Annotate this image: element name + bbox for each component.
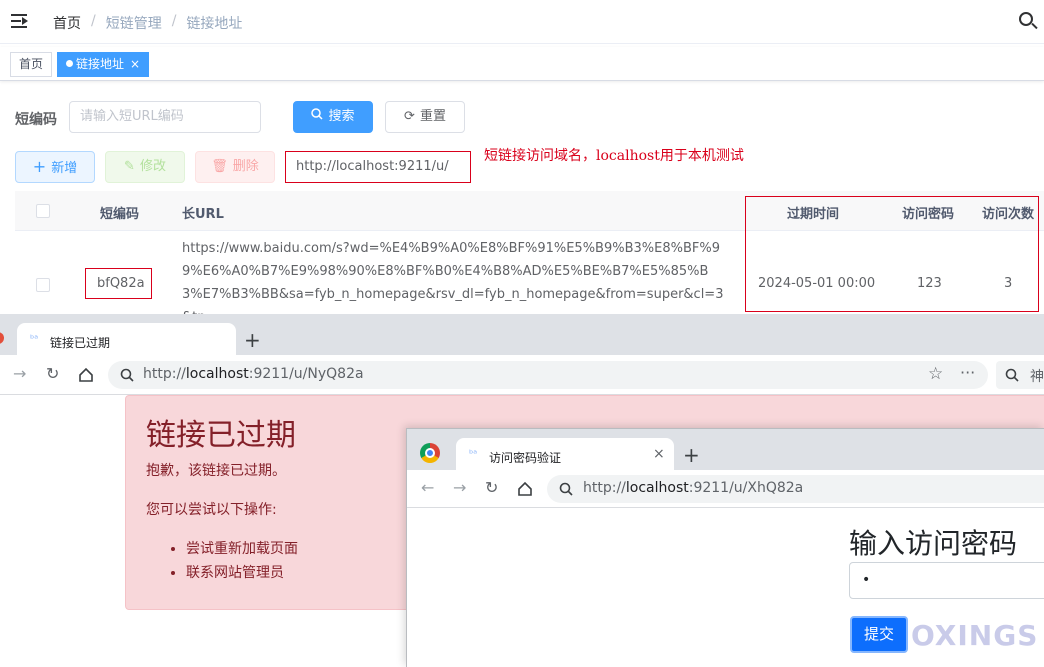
short-code-input[interactable]: 请输入短URL编码 (69, 101, 261, 133)
search-icon (1005, 368, 1019, 382)
edit-button[interactable]: ✎ 修改 (105, 151, 185, 183)
new-tab-icon[interactable]: + (244, 328, 261, 352)
watermark: OXINGS (911, 619, 1039, 652)
breadcrumb-shortlink-manage[interactable]: 短链管理 (106, 13, 162, 33)
search-icon (120, 368, 134, 382)
domain-field[interactable]: http://localhost:9211/u/ (285, 151, 471, 183)
expired-heading: 链接已过期 (146, 418, 296, 453)
address-bar[interactable]: http://localhost:9211/u/NyQ82a ☆ ··· (108, 361, 988, 389)
delete-button[interactable]: 🗑 删除 (195, 151, 275, 183)
close-icon[interactable]: × (653, 446, 665, 462)
address-text: http://localhost:9211/u/XhQ82a (583, 480, 804, 496)
address-bar[interactable]: http://localhost:9211/u/XhQ82a (547, 475, 1044, 503)
forward-icon[interactable]: → (453, 478, 466, 497)
filter-label: 短编码 (15, 112, 57, 128)
side-search-box[interactable]: 神 (996, 361, 1044, 389)
add-button[interactable]: + 新增 (15, 151, 95, 183)
navbar: 首页 / 短链管理 / 链接地址 (0, 0, 1044, 44)
password-verify-browser: ᵇᵃ 访问密码验证 × + ← → ↻ http://localhost:921… (406, 428, 1044, 667)
address-text: http://localhost:9211/u/NyQ82a (143, 366, 364, 382)
tags-view: 首页 链接地址 × (0, 47, 1044, 81)
password-heading: 输入访问密码 (849, 527, 1018, 560)
more-icon[interactable]: ··· (960, 363, 975, 382)
columns-highlight-box (745, 196, 1039, 312)
search-button[interactable]: 搜索 (293, 101, 373, 133)
admin-app: 首页 / 短链管理 / 链接地址 首页 链接地址 × 短编码 请输入短URL编码 … (0, 0, 1044, 314)
back-icon[interactable]: ← (421, 478, 434, 497)
reload-icon[interactable]: ↻ (46, 364, 59, 383)
reload-icon[interactable]: ↻ (485, 478, 498, 497)
tab-strip: ᵇᵃ 访问密码验证 × + (407, 429, 1044, 470)
new-tab-icon[interactable]: + (683, 443, 700, 467)
column-short-code: 短编码 (100, 207, 140, 222)
browser-toolbar: ← → ↻ http://localhost:9211/u/XhQ82a (407, 470, 1044, 508)
search-icon (311, 108, 324, 120)
page-favicon-icon: ᵇᵃ (469, 449, 478, 460)
star-icon[interactable]: ☆ (928, 364, 943, 384)
expired-subheading: 您可以尝试以下操作: (146, 502, 277, 518)
row-long-url: https://www.baidu.com/s?wd=%E4%B9%A0%E8%… (182, 241, 724, 314)
browser-toolbar: → ↻ http://localhost:9211/u/NyQ82a ☆ ···… (0, 355, 1044, 395)
side-search-text: 神 (1030, 369, 1044, 385)
tag-link-address[interactable]: 链接地址 × (57, 52, 150, 77)
tab-password[interactable]: ᵇᵃ 访问密码验证 × (456, 438, 674, 470)
reset-button[interactable]: ⟳ 重置 (385, 101, 465, 133)
plus-icon: + (32, 157, 47, 176)
tag-home[interactable]: 首页 (10, 52, 53, 77)
row-short-code: bfQ82a (97, 276, 145, 291)
action-list: 尝试重新加载页面 联系网站管理员 (166, 537, 298, 585)
edit-icon: ✎ (124, 159, 135, 174)
chrome-logo (420, 443, 440, 463)
home-icon[interactable] (517, 481, 533, 497)
browser-logo (0, 332, 4, 344)
list-item: 联系网站管理员 (186, 561, 298, 585)
breadcrumb-link-address: 链接地址 (186, 16, 243, 32)
tab-title: 访问密码验证 (489, 451, 562, 465)
search-icon (559, 482, 573, 496)
submit-button[interactable]: 提交 (850, 616, 908, 653)
expired-message: 抱歉，该链接已过期。 (146, 463, 286, 479)
close-icon[interactable]: × (130, 57, 140, 71)
home-icon[interactable] (78, 367, 94, 383)
search-icon[interactable] (1019, 12, 1039, 32)
refresh-icon: ⟳ (404, 109, 415, 124)
password-input[interactable]: • (849, 562, 1044, 599)
select-all-checkbox[interactable] (36, 204, 50, 218)
tab-expired[interactable]: ᵇᵃ 链接已过期 (17, 323, 236, 355)
hamburger-icon[interactable] (11, 13, 29, 29)
domain-annotation: 短链接访问域名，localhost用于本机测试 (484, 148, 744, 164)
tab-title: 链接已过期 (50, 336, 111, 350)
tab-strip: ᵇᵃ 链接已过期 + (0, 314, 1044, 355)
column-long-url: 长URL (182, 207, 224, 222)
breadcrumb: 首页 / 短链管理 / 链接地址 (53, 13, 243, 33)
delete-icon: 🗑 (211, 159, 228, 174)
forward-icon[interactable]: → (13, 364, 26, 383)
breadcrumb-home[interactable]: 首页 (53, 13, 81, 33)
list-item: 尝试重新加载页面 (186, 537, 298, 561)
page-favicon-icon: ᵇᵃ (30, 334, 39, 345)
row-checkbox[interactable] (36, 278, 50, 292)
